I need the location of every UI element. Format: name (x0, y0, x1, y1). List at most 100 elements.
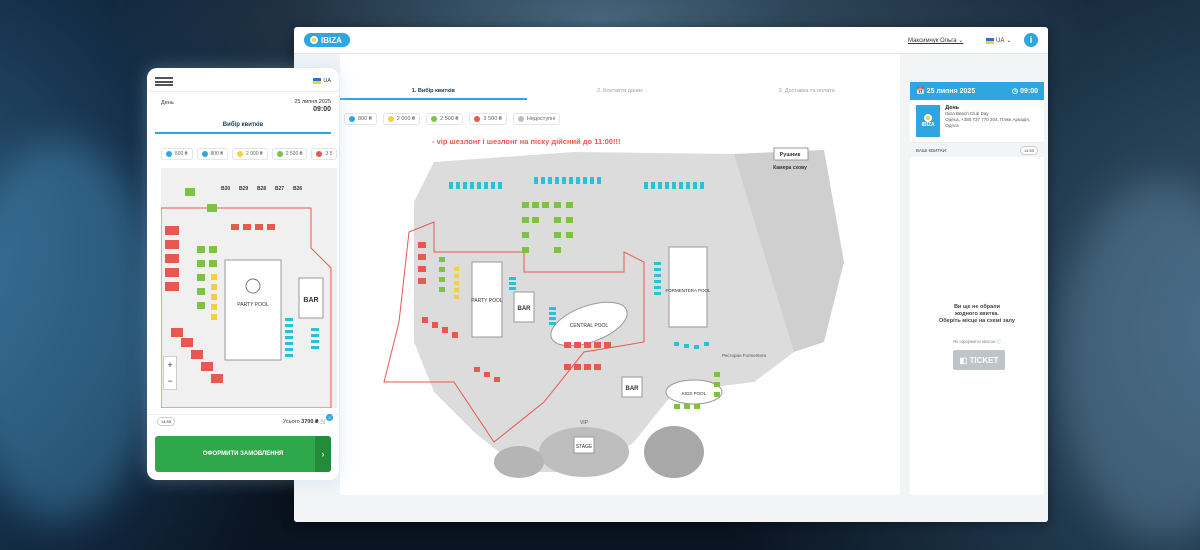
formentera-pool-label: FORMENTERA POOL (665, 288, 711, 293)
mobile-legend-chip[interactable]: 3 5 (311, 148, 337, 160)
legend-label: 3 500 ₴ (483, 116, 502, 122)
mobile-legend-label: 3 5 (325, 151, 333, 157)
mobile-map[interactable]: B30 B29 B28 B27 B26 PARTY POOL BAR (161, 168, 337, 408)
flower-icon (924, 114, 933, 122)
ua-flag-icon (986, 37, 994, 44)
mobile-event-name: День (161, 100, 174, 106)
event-date-header: 📅 25 липня 2025 ◷ 09:00 (910, 82, 1044, 100)
rocks (644, 426, 704, 478)
mobile-window: UA День 25 липня 2025 09:00 Вибір квиткі… (147, 68, 339, 480)
step-3[interactable]: 3. Доставка та оплата (713, 82, 900, 100)
check-icon (431, 116, 438, 122)
mobile-cyan-loungers[interactable] (285, 318, 319, 357)
mobile-timer: 14:59 (157, 417, 176, 426)
venue-map[interactable]: PARTY POOL BAR CENTRAL POOL FORMENTERA P… (374, 142, 844, 482)
total-label: Усього (282, 418, 300, 425)
mobile-map-svg: B30 B29 B28 B27 B26 PARTY POOL BAR (161, 186, 332, 408)
user-menu[interactable]: Максимчук Ольга ⌄ (908, 37, 963, 44)
ticket-button[interactable]: ◧ TICKET (953, 350, 1005, 370)
check-icon (166, 151, 172, 157)
mobile-seat-label[interactable]: B29 (239, 186, 248, 192)
mobile-legend-label: 2 500 ₴ (285, 151, 303, 157)
legend-chip[interactable]: 800 ₴ (344, 113, 377, 125)
mobile-datetime: 25 липня 2025 09:00 (294, 99, 331, 113)
total-value: 3700 ₴ (301, 418, 319, 425)
central-pool-label: CENTRAL POOL (570, 323, 609, 329)
check-icon (316, 151, 323, 157)
menu-icon[interactable] (155, 77, 173, 86)
info-icon[interactable]: i (1024, 33, 1038, 47)
cart-icon[interactable]: 🛒 2 (320, 413, 334, 425)
check-icon (387, 116, 394, 122)
mobile-party-pool (224, 259, 282, 361)
towel-label: Рушник (780, 152, 801, 158)
mobile-party-pool-label: PARTY POOL (237, 302, 269, 308)
mobile-legend-label: 800 ₴ (210, 151, 224, 157)
empty-message: Ви ще не обрали жодного квитка. Оберіть … (939, 304, 1015, 324)
mobile-bar-label: BAR (303, 297, 318, 304)
mobile-green-seats[interactable] (185, 188, 217, 309)
mobile-legend-label: 500 ₴ (175, 151, 188, 157)
venue-logo: IBIZA (916, 105, 941, 137)
top-bar: IBIZA Максимчук Ольга ⌄ UA ⌄ i (294, 27, 1048, 54)
legend-chip[interactable]: Недоступні (512, 113, 561, 125)
restaurant-label: Ресторан Formentera (722, 353, 767, 358)
mobile-seat-label[interactable]: B28 (257, 186, 266, 192)
check-icon (517, 116, 524, 122)
formentera-pool (668, 246, 708, 328)
venue-card: IBIZA День Ibiza Beach Club Day Одеса, +… (910, 100, 1044, 143)
rocks-2 (494, 446, 544, 478)
check-icon (349, 116, 355, 122)
zoom-in-button[interactable]: + (164, 357, 176, 373)
legend-label: 800 ₴ (358, 116, 372, 122)
bar-1-label: BAR (518, 306, 532, 312)
mobile-seat-row: B30 B29 B28 B27 B26 (221, 186, 302, 192)
step-1[interactable]: 1. Вибір квитків (340, 82, 527, 100)
language-selector[interactable]: UA ⌄ (986, 37, 1011, 44)
mobile-tab-tickets[interactable]: Вибір квитків (155, 120, 331, 134)
mobile-legend-chip[interactable]: 2 500 ₴ (271, 148, 308, 160)
tickets-bar: ВАШІ КВИТКИ: 14:59 (910, 143, 1044, 157)
legend-label: Недоступні (526, 116, 556, 122)
planet-glow-right (1060, 180, 1200, 540)
ibiza-logo[interactable]: IBIZA (304, 33, 350, 47)
ticket-icon: ◧ (959, 355, 970, 365)
mobile-legend-label: 2 000 ₴ (246, 151, 263, 157)
stage-label: STAGE (576, 444, 593, 450)
mobile-seat-label[interactable]: B30 (221, 186, 230, 192)
vip-label: VIP (580, 420, 589, 426)
check-icon (201, 151, 208, 157)
arrow-icon: › (315, 436, 331, 472)
mobile-total-bar: 14:59 Усього 3700 ₴ 🛒 2 (147, 413, 339, 428)
tickets-title: ВАШІ КВИТКИ: (916, 147, 948, 153)
mobile-legend-chip[interactable]: 2 000 ₴ (232, 148, 268, 160)
zoom-controls[interactable]: + − (163, 356, 177, 390)
event-date: 25 липня 2025 (926, 88, 976, 95)
cart-count: 2 (326, 413, 334, 421)
planet-glow-left (0, 140, 160, 520)
steps-bar: 1. Вибір квитків 2. Контакти даних 3. Дост… (340, 82, 900, 100)
mobile-seat-label[interactable]: B27 (275, 186, 284, 192)
mobile-legend-chip[interactable]: 500 ₴ (161, 148, 193, 160)
legend-chip[interactable]: 3 500 ₴ (469, 113, 507, 125)
legend-chip[interactable]: 2 500 ₴ (426, 113, 464, 125)
order-sidebar: 📅 25 липня 2025 ◷ 09:00 IBIZA День Ibiza… (910, 82, 1044, 495)
mobile-seat-label[interactable]: B26 (293, 186, 302, 192)
step-2[interactable]: 2. Контакти даних (527, 82, 714, 100)
check-icon (474, 116, 481, 122)
mobile-language[interactable]: UA (313, 78, 331, 84)
mobile-header: UA (147, 68, 339, 92)
legend-chip[interactable]: 2 000 ₴ (382, 113, 421, 125)
timer-badge: 14:59 (1019, 145, 1038, 155)
check-icon (237, 151, 244, 157)
order-button[interactable]: ОФОРМИТИ ЗАМОВЛЕННЯ › (155, 436, 331, 472)
ua-flag-icon (313, 78, 322, 84)
mobile-yellow-seats[interactable] (211, 274, 217, 320)
mobile-legend-chip[interactable]: 800 ₴ (196, 148, 229, 160)
info-icon: ⓘ (996, 339, 1002, 344)
howto-link[interactable]: Як оформити квиток ⓘ (910, 339, 1044, 345)
mobile-legend: 500 ₴ 800 ₴ 2 000 ₴ 2 500 ₴ 3 5 (161, 148, 337, 160)
zoom-out-button[interactable]: − (164, 373, 176, 389)
legend-label: 2 500 ₴ (440, 116, 459, 122)
party-pool-label: PARTY POOL (471, 298, 503, 304)
